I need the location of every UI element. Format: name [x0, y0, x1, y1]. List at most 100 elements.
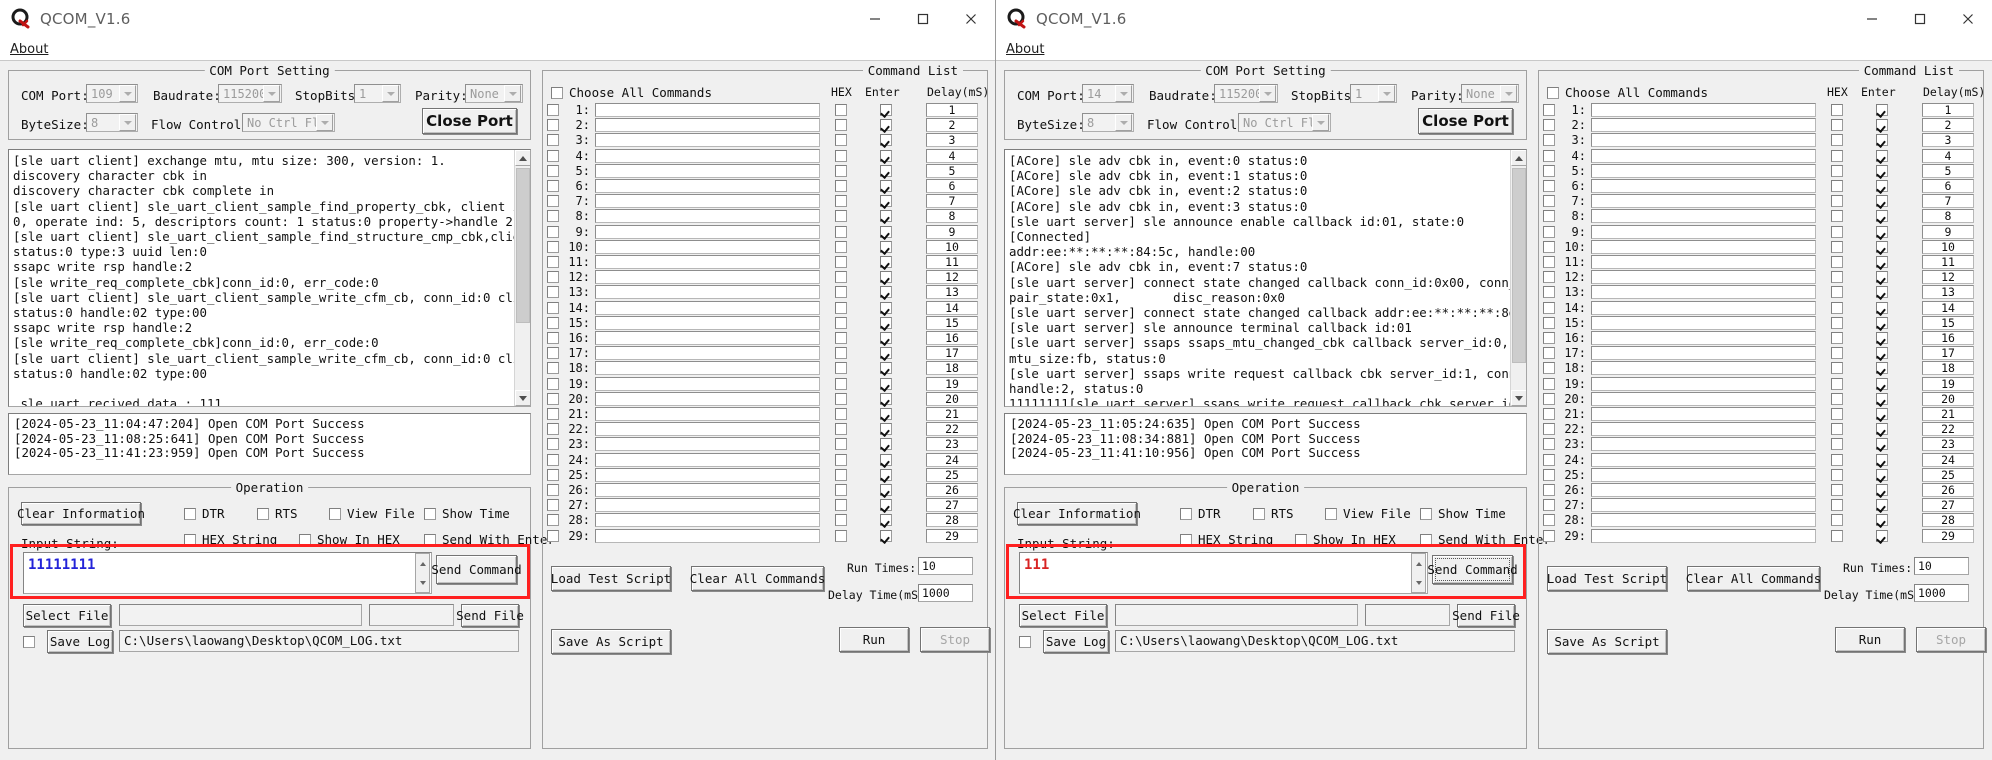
- checkbox-box[interactable]: [257, 507, 269, 520]
- command-select-checkbox[interactable]: [547, 164, 559, 177]
- log-scrollbar-right[interactable]: [1510, 150, 1526, 406]
- command-select-checkbox[interactable]: [1543, 210, 1555, 223]
- command-enter-checkbox[interactable]: [880, 256, 892, 268]
- chevron-down-icon[interactable]: [316, 114, 333, 131]
- command-select-checkbox[interactable]: [547, 210, 559, 223]
- command-input[interactable]: [595, 376, 820, 391]
- command-hex-checkbox[interactable]: [835, 484, 847, 496]
- checkbox-send-with-enter-left[interactable]: Send With Enter: [424, 532, 555, 547]
- command-select-checkbox[interactable]: [1543, 514, 1555, 527]
- checkbox-box[interactable]: [184, 507, 196, 520]
- command-select-checkbox[interactable]: [547, 514, 559, 527]
- command-hex-checkbox[interactable]: [1831, 514, 1843, 527]
- checkbox-dtr-left[interactable]: DTR: [184, 506, 225, 521]
- command-select-checkbox[interactable]: [547, 392, 559, 405]
- command-input[interactable]: [595, 118, 820, 133]
- command-enter-checkbox[interactable]: [1876, 240, 1888, 253]
- command-select-checkbox[interactable]: [1543, 286, 1555, 299]
- command-delay-field[interactable]: 10: [1922, 239, 1974, 254]
- command-input[interactable]: [1591, 103, 1816, 117]
- command-delay-field[interactable]: 18: [1922, 361, 1974, 376]
- command-delay-field[interactable]: 27: [926, 498, 978, 513]
- checkbox-rts-right[interactable]: RTS: [1253, 506, 1294, 521]
- select-file-button-left[interactable]: Select File: [23, 604, 111, 627]
- command-select-checkbox[interactable]: [547, 195, 559, 208]
- command-enter-checkbox[interactable]: [880, 164, 892, 177]
- command-enter-checkbox[interactable]: [880, 271, 892, 284]
- input-string-spinner-left[interactable]: [415, 553, 430, 593]
- command-enter-checkbox[interactable]: [1876, 332, 1888, 344]
- send-file-button-right[interactable]: Send File: [1452, 604, 1520, 627]
- command-hex-checkbox[interactable]: [835, 362, 847, 375]
- run-times-field-right[interactable]: 10: [1914, 557, 1969, 575]
- command-delay-field[interactable]: 6: [1922, 179, 1974, 193]
- command-input[interactable]: [595, 361, 820, 376]
- command-select-checkbox[interactable]: [547, 377, 559, 390]
- command-enter-checkbox[interactable]: [1876, 286, 1888, 299]
- command-enter-checkbox[interactable]: [1876, 514, 1888, 527]
- scrollbar-thumb-right[interactable]: [1512, 168, 1526, 363]
- file-path-field-right[interactable]: [1115, 604, 1358, 626]
- command-enter-checkbox[interactable]: [880, 468, 892, 481]
- menu-item-about-left[interactable]: About: [10, 42, 48, 57]
- chevron-down-icon[interactable]: [1115, 114, 1132, 131]
- command-enter-checkbox[interactable]: [1876, 438, 1888, 451]
- log-output-right[interactable]: [ACore] sle adv cbk in, event:0 status:0…: [1004, 149, 1527, 407]
- command-hex-checkbox[interactable]: [835, 453, 847, 466]
- command-hex-checkbox[interactable]: [1831, 529, 1843, 542]
- command-hex-checkbox[interactable]: [835, 499, 847, 512]
- spinner-down-icon[interactable]: [1412, 573, 1425, 592]
- command-hex-checkbox[interactable]: [1831, 392, 1843, 405]
- command-enter-checkbox[interactable]: [1876, 529, 1888, 542]
- command-input[interactable]: [1591, 300, 1816, 315]
- command-select-checkbox[interactable]: [1543, 271, 1555, 284]
- scroll-up-icon[interactable]: [515, 150, 530, 166]
- close-button-right[interactable]: [1944, 0, 1992, 38]
- command-input[interactable]: [595, 437, 820, 452]
- command-delay-field[interactable]: 4: [926, 148, 978, 163]
- command-delay-field[interactable]: 14: [926, 300, 978, 315]
- command-enter-checkbox[interactable]: [880, 180, 892, 192]
- command-hex-checkbox[interactable]: [835, 514, 847, 527]
- command-input[interactable]: [1591, 361, 1816, 376]
- chevron-down-icon[interactable]: [1312, 114, 1329, 131]
- command-input[interactable]: [1591, 331, 1816, 345]
- com-port-combo-left[interactable]: 109: [86, 84, 138, 103]
- scroll-down-icon[interactable]: [1511, 390, 1526, 406]
- command-select-checkbox[interactable]: [1543, 180, 1555, 192]
- stop-button-left[interactable]: Stop: [920, 627, 990, 652]
- save-log-button-right[interactable]: Save Log: [1043, 630, 1109, 653]
- command-select-checkbox[interactable]: [547, 286, 559, 299]
- clear-all-commands-button-left[interactable]: Clear All Commands: [690, 566, 825, 591]
- checkbox-box[interactable]: [1180, 533, 1192, 546]
- command-hex-checkbox[interactable]: [835, 149, 847, 162]
- save-log-path-field-left[interactable]: C:\Users\laowang\Desktop\QCOM_LOG.txt: [119, 630, 519, 652]
- command-input[interactable]: [1591, 513, 1816, 528]
- command-input[interactable]: [595, 528, 820, 543]
- checkbox-view-file-left[interactable]: View File: [329, 506, 415, 521]
- command-hex-checkbox[interactable]: [1831, 316, 1843, 329]
- command-select-checkbox[interactable]: [547, 362, 559, 375]
- chevron-down-icon[interactable]: [263, 85, 280, 102]
- command-select-checkbox[interactable]: [547, 134, 559, 147]
- command-delay-field[interactable]: 21: [926, 407, 978, 421]
- menu-item-about-right[interactable]: About: [1006, 42, 1044, 57]
- command-delay-field[interactable]: 3: [1922, 133, 1974, 148]
- baudrate-combo-left[interactable]: 115200: [218, 84, 282, 103]
- chevron-down-icon[interactable]: [1500, 85, 1517, 102]
- command-delay-field[interactable]: 14: [1922, 300, 1974, 315]
- command-delay-field[interactable]: 19: [1922, 376, 1974, 391]
- command-input[interactable]: [595, 315, 820, 330]
- command-select-checkbox[interactable]: [547, 468, 559, 481]
- command-input[interactable]: [595, 103, 820, 117]
- command-input[interactable]: [1591, 498, 1816, 513]
- command-select-checkbox[interactable]: [1543, 484, 1555, 496]
- checkbox-box[interactable]: [1420, 507, 1432, 520]
- command-input[interactable]: [1591, 224, 1816, 239]
- command-delay-field[interactable]: 23: [926, 437, 978, 452]
- command-input[interactable]: [595, 270, 820, 285]
- command-delay-field[interactable]: 12: [926, 270, 978, 285]
- command-enter-checkbox[interactable]: [1876, 453, 1888, 466]
- command-delay-field[interactable]: 22: [1922, 422, 1974, 437]
- command-enter-checkbox[interactable]: [1876, 256, 1888, 268]
